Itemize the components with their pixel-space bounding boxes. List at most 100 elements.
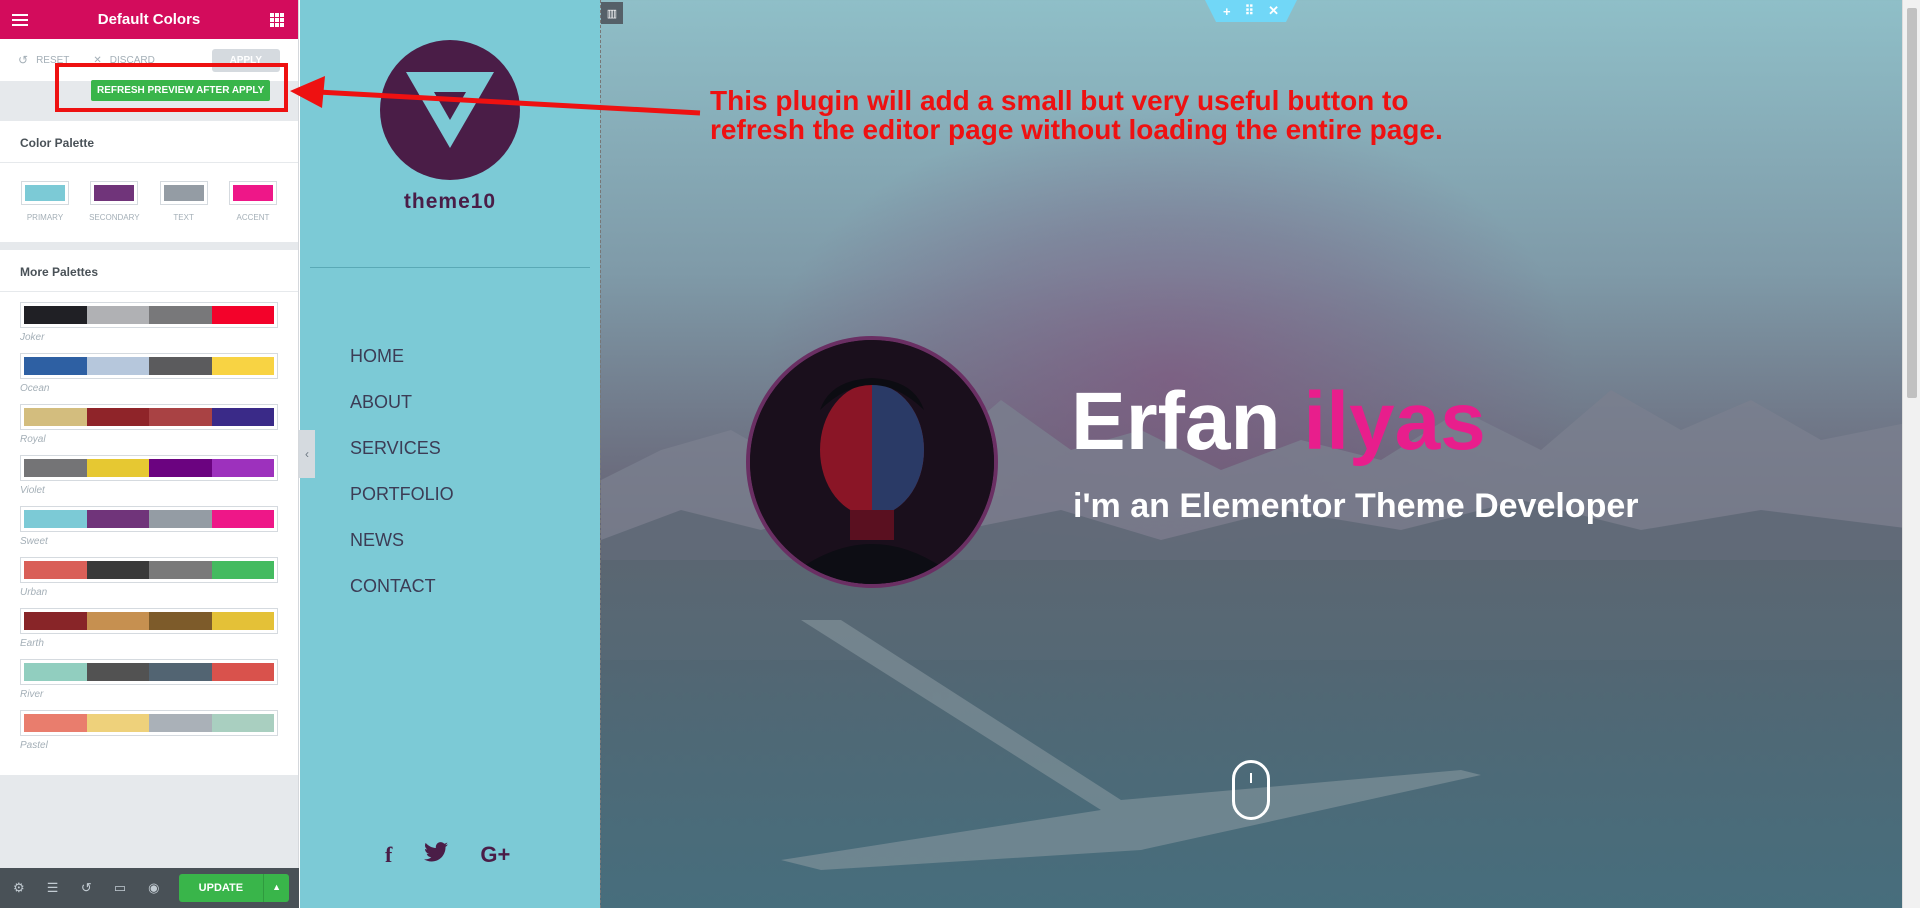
preview-scrollbar[interactable] [1902,0,1920,908]
profile-avatar[interactable] [746,336,998,588]
palette-name: Earth [20,638,44,649]
palette-item[interactable]: Pastel [20,710,278,751]
editor-panel: Default Colors ↺ Reset ✕ Discard Apply C… [0,0,299,908]
menu-icon[interactable] [12,13,28,26]
palette-item[interactable]: Violet [20,455,278,496]
drag-handle-icon[interactable]: ⠿ [1245,3,1255,19]
swatch-primary[interactable]: Primary [20,181,70,222]
scrollbar-thumb[interactable] [1907,8,1917,398]
hero-tagline: i'm an Elementor Theme Developer [1073,487,1639,525]
palette-color [211,561,274,579]
palette-item[interactable]: Ocean [20,353,278,394]
swatch-label: Primary [26,213,64,222]
site-logo[interactable] [380,40,520,180]
preview-eye-icon[interactable]: ◉ [145,877,163,899]
palette-color [24,612,87,630]
update-button[interactable]: Update [178,874,264,902]
palette-color [149,459,212,477]
palette-color [149,357,212,375]
swatch-chip [228,181,277,205]
nav-portfolio[interactable]: PORTFOLIO [350,484,454,509]
palette-name: River [20,689,44,700]
caret-up-icon[interactable]: ▲ [263,874,290,902]
palette-color [86,510,149,528]
annotation-line-1: This plugin will add a small but very us… [710,85,1409,116]
portrait-image [750,340,994,584]
update-group: Update ▲ [178,874,290,902]
color-palette-title: Color Palette [0,121,298,163]
responsive-desktop-icon[interactable]: ▭ [111,877,129,899]
nav-news[interactable]: NEWS [350,530,454,555]
nav-contact[interactable]: CONTACT [350,576,454,601]
palette-swatch-bar [20,557,278,583]
palette-color [211,357,274,375]
hero-last-name: ilyas [1303,376,1486,467]
scroll-mouse-icon[interactable] [1232,760,1270,820]
palette-item[interactable]: Earth [20,608,278,649]
palette-swatch-bar [20,455,278,481]
swatch-row: Primary Secondary Text Accent [0,163,298,242]
palette-color [149,510,212,528]
site-nav: HOME ABOUT SERVICES PORTFOLIO NEWS CONTA… [350,346,454,622]
swatch-color [94,185,135,201]
swatch-color [163,185,204,201]
column-handle-icon[interactable]: ▥ [601,2,623,24]
palette-color [24,714,87,732]
google-plus-icon[interactable]: G+ [480,842,510,868]
palette-color [149,714,212,732]
widgets-grid-icon[interactable] [270,12,284,27]
palette-swatch-bar [20,608,278,634]
hero-name: Erfan ilyas [1071,375,1486,469]
nav-about[interactable]: ABOUT [350,392,454,417]
settings-gear-icon[interactable]: ⚙ [10,877,28,899]
palette-color [211,714,274,732]
palette-color [149,306,212,324]
swatch-chip [159,181,208,205]
palette-item[interactable]: Royal [20,404,278,445]
reset-icon: ↺ [18,53,29,67]
palette-color [149,561,212,579]
swatch-text[interactable]: Text [159,181,209,222]
facebook-icon[interactable]: f [385,842,392,868]
collapse-panel-handle[interactable]: ‹ [299,430,315,478]
nav-home[interactable]: HOME [350,346,454,371]
palette-item[interactable]: Urban [20,557,278,598]
swatch-label: Accent [236,213,270,222]
swatch-color [232,185,273,201]
delete-section-icon[interactable]: ✕ [1268,3,1279,19]
palette-item[interactable]: Joker [20,302,278,343]
twitter-icon[interactable] [424,842,449,868]
swatch-color [25,185,65,201]
palette-swatch-bar [20,302,278,328]
palette-name: Sweet [20,536,48,547]
history-icon[interactable]: ↺ [77,877,95,899]
swatch-chip [90,181,139,205]
palette-color [24,663,87,681]
sidebar-divider [310,267,590,268]
palette-swatch-bar [20,710,278,736]
palette-color [149,612,212,630]
palette-color [211,408,274,426]
palette-color [86,612,149,630]
swatch-secondary[interactable]: Secondary [89,181,140,222]
add-section-icon[interactable]: + [1223,4,1231,19]
hero-first-name: Erfan [1071,376,1281,467]
nav-services[interactable]: SERVICES [350,438,454,463]
more-palettes-title: More Palettes [0,250,298,292]
palette-color [86,561,149,579]
palette-color [149,408,212,426]
palette-item[interactable]: Sweet [20,506,278,547]
more-palettes-section: More Palettes Joker Ocean Royal Violet Sweet… [0,250,298,775]
social-links: f G+ [385,842,510,868]
swatch-label: Secondary [89,213,140,222]
palette-item[interactable]: River [20,659,278,700]
palette-name: Pastel [20,740,48,751]
palette-color [86,714,149,732]
navigator-layers-icon[interactable]: ☰ [44,877,62,899]
section-edit-handle: + ⠿ ✕ [1205,0,1297,22]
palette-color [24,561,87,579]
palette-color [24,510,87,528]
highlight-frame [55,63,288,112]
swatch-accent[interactable]: Accent [228,181,278,222]
panel-header: Default Colors [0,0,298,39]
